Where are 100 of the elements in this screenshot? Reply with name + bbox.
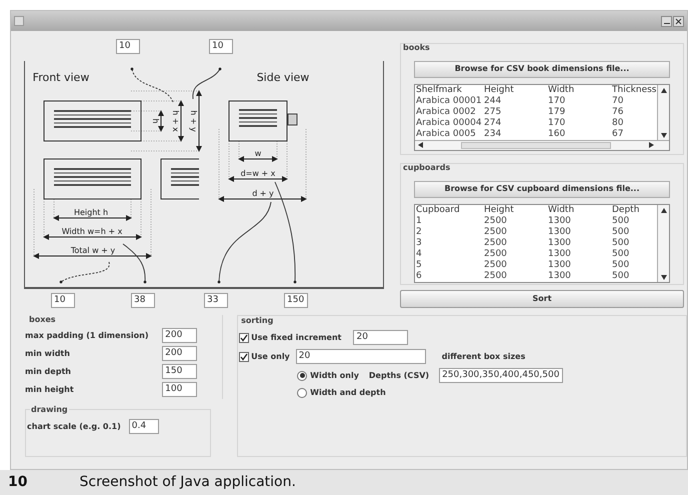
field-label: chart scale (e.g. 0.1) [27,420,121,432]
table-cell-text: 500 [611,270,630,282]
right-arrow-icon[interactable] [649,142,655,148]
scrollbar[interactable] [415,140,669,150]
column-header: Thickness [611,84,657,96]
column-header: Height [483,84,515,96]
field-label: different box sizes [442,350,526,362]
radio-label: Width only [310,370,359,382]
diagram-label: Width w=h + x [62,227,122,236]
table-cell-text: 274 [483,118,502,128]
up-arrow-icon[interactable] [660,206,666,212]
text-field[interactable]: 20 [353,330,408,345]
table-cell-text: 2500 [483,248,508,260]
field-label: min height [25,384,74,396]
table-cell-text: 2500 [483,226,508,238]
table-cell-text: 179 [547,106,566,118]
table-cell-text: 1300 [547,260,572,270]
column-header: Height [483,204,515,216]
diagram-label: d + y [252,189,274,198]
field-label: min depth [25,366,71,378]
diagram-label: Front view [32,71,90,84]
scrollbar[interactable] [657,84,669,140]
diagram-label: Side view [256,71,310,84]
group-title: cupboards [403,162,452,174]
table-cell-text: 170 [547,96,566,106]
text-field[interactable]: 10 [51,292,75,308]
group-title: books [403,42,431,54]
table-cell-text: 3 [415,238,423,248]
table-cell-text: 1300 [547,226,572,238]
table-cell-text: 2500 [483,270,508,282]
table-cell-text: 160 [547,128,566,140]
table-cell-text: 244 [483,96,502,106]
text-field[interactable]: 100 [162,382,198,397]
table-cell-text: 80 [611,118,624,128]
scrollbar[interactable] [657,204,669,282]
table-cell-text: 5 [415,260,423,270]
diagram-label: Total w + y [70,246,116,255]
table-cell-text: 500 [611,260,630,270]
text-field[interactable]: 38 [131,292,155,308]
field-label: max padding (1 dimension) [25,330,148,342]
checkbox-label: Use fixed increment [251,332,342,344]
browse-button[interactable]: Browse for CSV cupboard dimensions file... [414,180,670,198]
table-cell-text: Arabica 0005 [415,128,477,140]
table-cell-text: 70 [611,96,624,106]
table-cell-text: 1300 [547,238,572,248]
left-arrow-icon[interactable] [417,142,423,148]
sort-button[interactable]: Sort [400,290,684,308]
figure-number: 10 [8,473,28,492]
table-cell-text: 1300 [547,248,572,260]
table-cell-text: 2500 [483,216,508,226]
diagram-label: h + y [189,110,198,132]
text-field[interactable]: 33 [204,292,228,308]
diagram-label: Height h [74,208,108,217]
up-arrow-icon[interactable] [660,86,666,92]
group-title: drawing [30,405,69,415]
column-header: Depth [611,204,640,216]
close-icon[interactable] [673,16,684,26]
table-cell-text: 500 [611,216,630,226]
minimize-icon[interactable] [661,16,672,26]
text-field[interactable]: 0.4 [128,419,159,434]
column-header: Cupboard [415,204,461,216]
down-arrow-icon[interactable] [660,274,666,280]
group-title: boxes [29,315,57,325]
group-title: sorting [241,316,274,326]
text-field[interactable]: 200 [162,328,198,343]
diagram-label: h + x [171,110,180,132]
checkbox-label: Use only [251,350,290,362]
text-field[interactable]: 150 [284,292,308,308]
diagram-label: d=w + x [240,169,276,178]
table-cell-text: 2500 [483,260,508,270]
field-label: min width [25,348,70,360]
table-cell: Arabica 00004 [415,118,483,128]
table-cell-text: 234 [483,128,502,140]
browse-button[interactable]: Browse for CSV book dimensions file... [414,60,670,78]
column-header: Width [547,204,576,216]
down-arrow-icon[interactable] [660,132,666,138]
table-cell-text: 6 [415,270,423,282]
field-label: Depths (CSV) [368,370,430,382]
app-icon [14,16,24,26]
text-field[interactable]: 250,300,350,400,450,500 [439,368,564,383]
text-field[interactable]: 150 [162,364,198,379]
table-cell-text: 500 [611,226,630,238]
radio-button[interactable] [297,388,308,398]
radio-button[interactable] [297,370,308,380]
diagram-label: w [254,149,262,158]
table-cell: Arabica 00001 [415,96,483,106]
diagram-label: h [151,118,160,124]
text-field[interactable]: 20 [296,349,426,364]
table-cell-text: Arabica 0002 [415,106,477,118]
table-cell-text: 2500 [483,238,508,248]
figure-caption: Screenshot of Java application. [79,473,296,492]
text-field[interactable]: 10 [209,38,233,54]
text-field[interactable]: 10 [116,38,140,54]
radio-label: Width and depth [310,387,386,399]
checkbox[interactable] [239,352,250,362]
checkbox[interactable] [239,332,250,342]
table-cell-text: 275 [483,106,502,118]
text-field[interactable]: 200 [162,346,198,361]
table-cell-text: 67 [611,128,624,140]
table-cell-text: 500 [611,248,630,260]
